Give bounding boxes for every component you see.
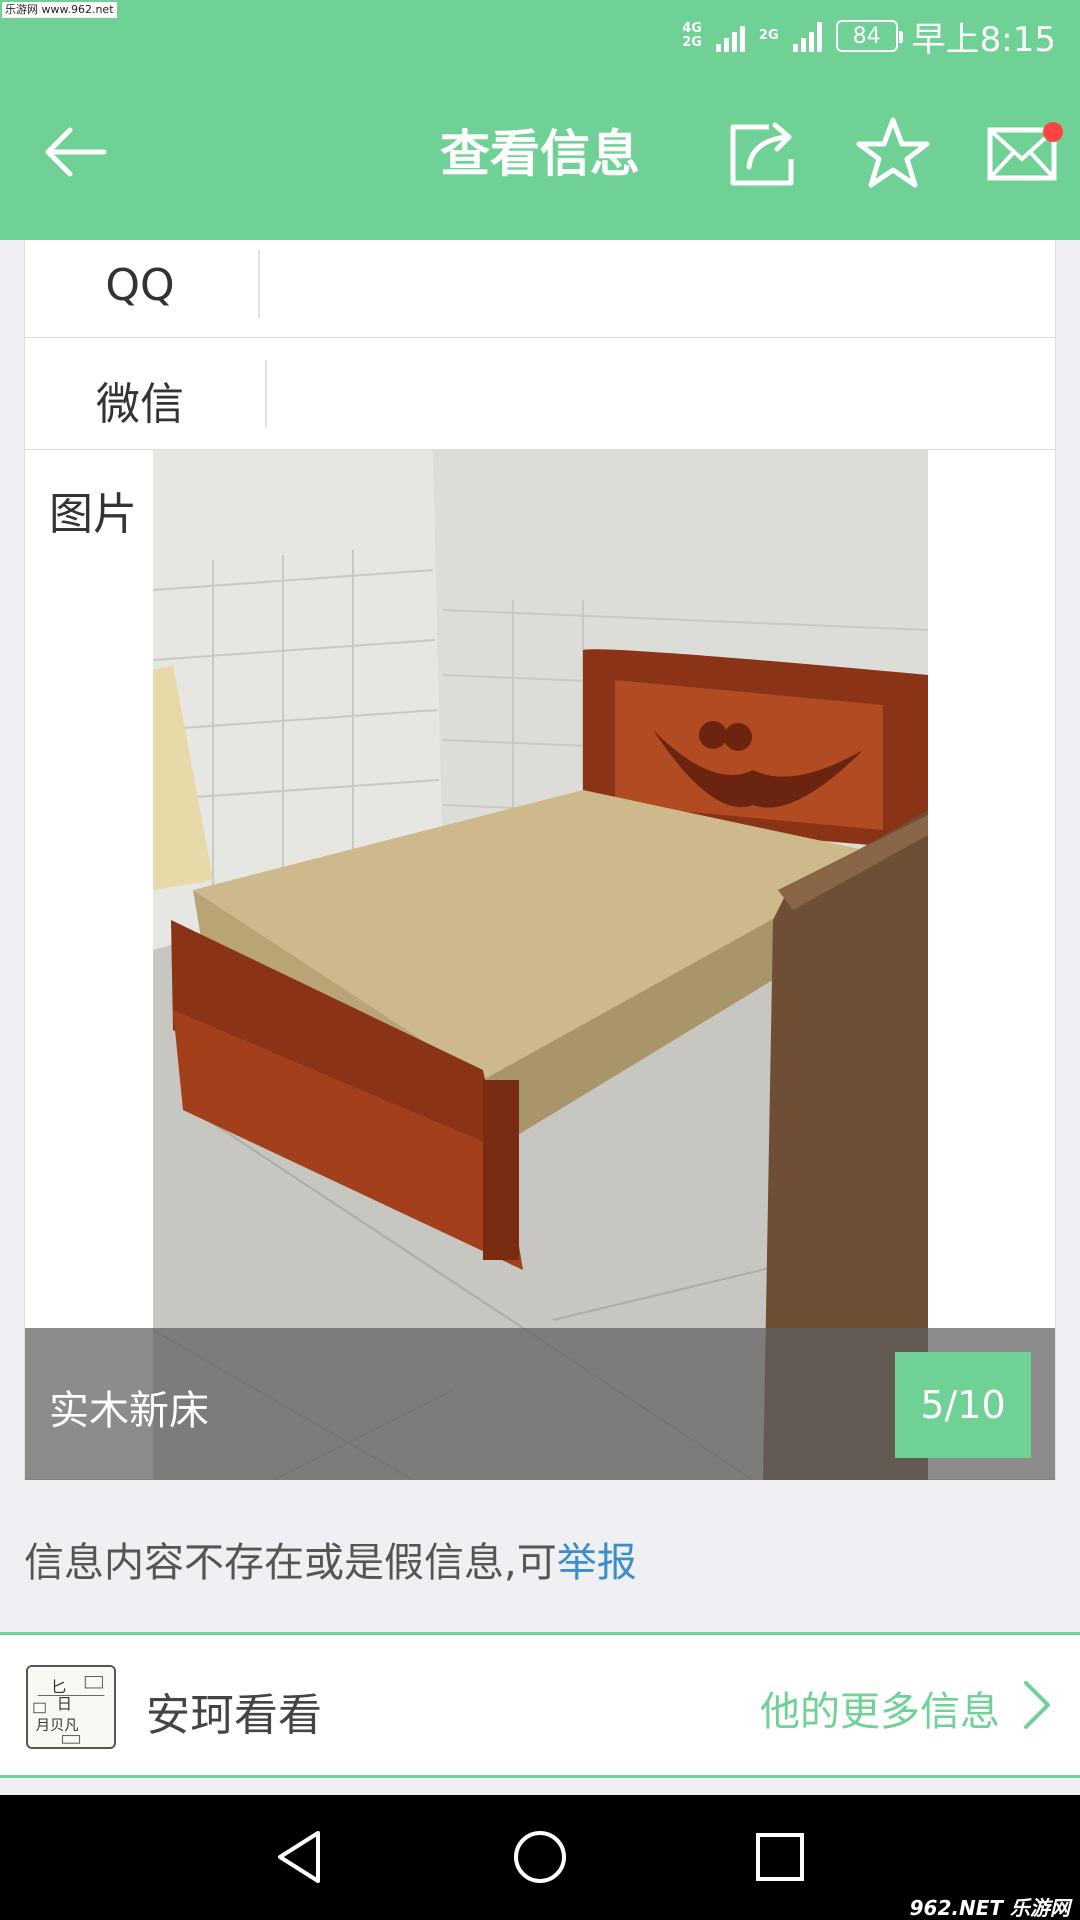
publisher-name: 安珂看看 — [146, 1690, 322, 1741]
nav-recent-icon[interactable] — [748, 1825, 812, 1889]
report-text: 信息内容不存在或是假信息,可 — [24, 1540, 557, 1586]
chevron-right-icon[interactable] — [1016, 1677, 1056, 1733]
nav-back-icon[interactable] — [268, 1825, 332, 1889]
status-bar: 乐游网 www.962.net 4G 2G 2G 84 早上8:15 — [0, 0, 1080, 70]
svg-text:月贝凡: 月贝凡 — [36, 1718, 79, 1734]
star-icon[interactable] — [855, 115, 931, 191]
divider — [258, 250, 260, 318]
report-link[interactable]: 举报 — [557, 1540, 637, 1586]
qq-row: QQ — [25, 240, 1055, 338]
listing-photo[interactable] — [153, 450, 928, 1480]
photo-counter: 5/10 — [895, 1352, 1031, 1458]
share-icon[interactable] — [725, 115, 801, 191]
battery-icon: 84 — [835, 20, 903, 52]
report-line: 信息内容不存在或是假信息,可举报 — [24, 1530, 637, 1588]
notification-dot — [1043, 122, 1063, 142]
pictures-label: 图片 — [49, 489, 137, 540]
svg-text:日: 日 — [57, 1695, 72, 1713]
network-type-2: 2G — [758, 28, 779, 43]
signal-icon — [715, 20, 745, 52]
signal-icon-2 — [792, 20, 822, 52]
nav-home-icon[interactable] — [508, 1825, 572, 1889]
svg-text:匕: 匕 — [51, 1678, 66, 1696]
site-logo: 962.NET 乐游网 — [909, 1896, 1070, 1920]
info-card: QQ 微信 图片 实木新床 5/10 — [24, 240, 1056, 1480]
divider — [265, 360, 267, 428]
publisher-bar[interactable]: 匕 日 月贝凡 安珂看看 他的更多信息 — [0, 1632, 1080, 1778]
clock: 早上8:15 — [911, 19, 1056, 60]
network-type: 4G 2G — [682, 21, 702, 50]
wechat-label: 微信 — [96, 379, 184, 430]
photo-caption: 实木新床 — [49, 1388, 209, 1434]
status-indicators: 4G 2G 2G 84 早上8:15 — [682, 14, 1056, 60]
watermark: 乐游网 www.962.net — [2, 2, 117, 18]
wechat-row: 微信 — [25, 338, 1055, 450]
title-bar: 查看信息 — [0, 70, 1080, 240]
avatar: 匕 日 月贝凡 — [26, 1665, 116, 1749]
photo-caption-bar: 实木新床 5/10 — [25, 1328, 1055, 1480]
qq-label: QQ — [105, 260, 175, 311]
more-info-link[interactable]: 他的更多信息 — [760, 1679, 1000, 1737]
